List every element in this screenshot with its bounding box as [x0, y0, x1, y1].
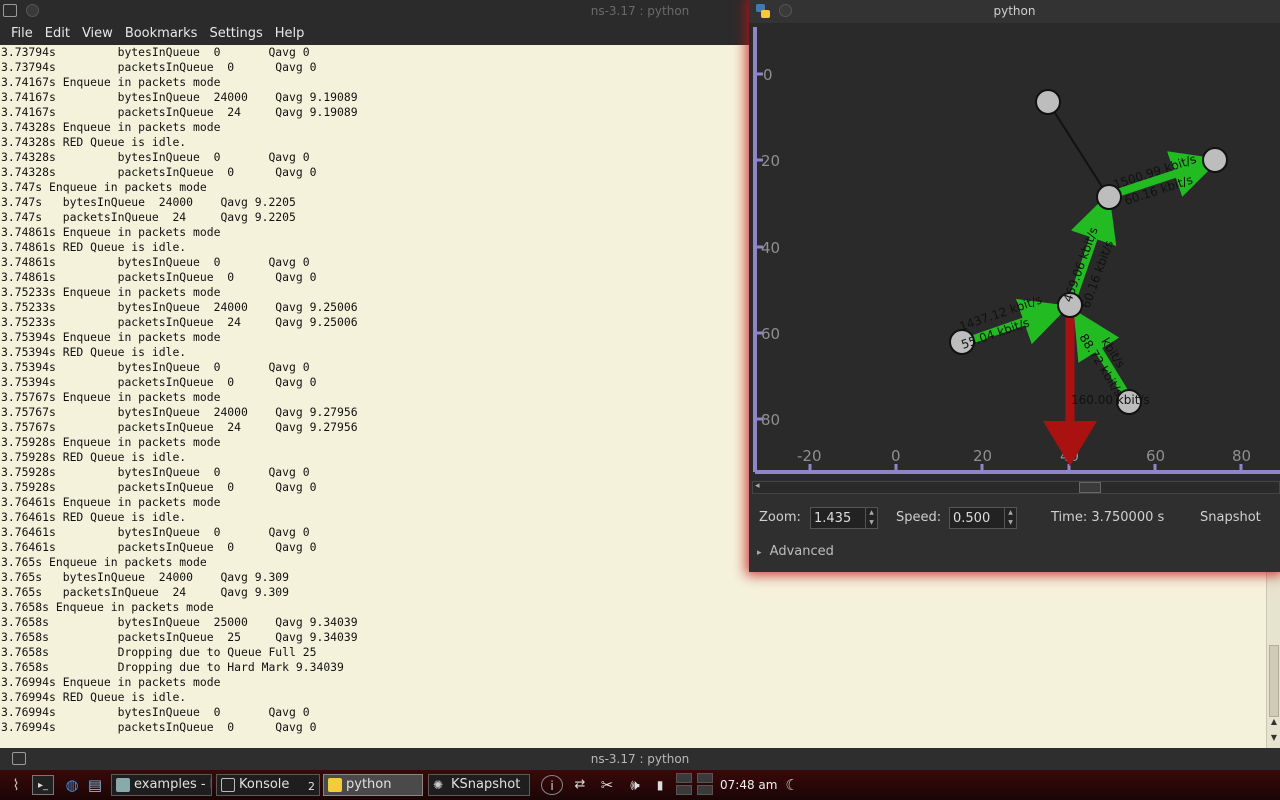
menu-help[interactable]: Help [269, 22, 311, 45]
terminal-line: 3.765s bytesInQueue 24000 Qavg 9.309 [1, 570, 290, 584]
y-tick-label: 80 [761, 411, 780, 429]
python-titlebar: python [749, 0, 1280, 23]
kde-menu-icon[interactable]: ⌇ [4, 775, 28, 795]
menu-view[interactable]: View [76, 22, 119, 45]
simulation-controls: Zoom: ▲▼ Speed: ▲▼ Time: 3.750000 s Snap… [749, 500, 1280, 536]
time-readout: Time: 3.750000 s [1051, 510, 1165, 525]
task-label: KSnapshot [451, 777, 521, 792]
speed-stepper-icon[interactable]: ▲ ▼ [1004, 508, 1016, 528]
konsole-icon [221, 778, 235, 792]
x-tick-label: 60 [1146, 447, 1165, 465]
terminal-line: 3.76994s Enqueue in packets mode [1, 675, 221, 689]
menu-bookmarks[interactable]: Bookmarks [119, 22, 204, 45]
speed-label: Speed: [896, 510, 942, 525]
snapshot-button[interactable]: Snapshot [1200, 510, 1261, 525]
terminal-line: 3.7658s Dropping due to Hard Mark 9.3403… [1, 660, 344, 674]
node[interactable] [1035, 89, 1061, 115]
info-icon[interactable]: i [541, 775, 563, 795]
y-tick-label: 0 [763, 66, 773, 84]
scrollbar-thumb[interactable] [1079, 482, 1101, 493]
topology-canvas[interactable]: 0 20 40 60 80 -20 0 20 40 60 80 1500.99 … [749, 23, 1280, 480]
zoom-spinbox[interactable]: ▲▼ [810, 507, 878, 529]
terminal-line: 3.765s packetsInQueue 24 Qavg 9.309 [1, 585, 290, 599]
task-label: examples - D [134, 777, 212, 792]
y-tick-label: 20 [761, 152, 780, 170]
menu-edit[interactable]: Edit [39, 22, 76, 45]
zoom-stepper-icon[interactable]: ▲ ▼ [865, 508, 877, 528]
clock[interactable]: 07:48 am [720, 778, 777, 792]
task-group-count: 2 [308, 780, 315, 793]
speed-spinbox[interactable]: ▲▼ [949, 507, 1017, 529]
terminal-launcher-icon[interactable]: ▸_ [32, 775, 54, 795]
menu-file[interactable]: File [5, 22, 39, 45]
scroll-left-arrow-icon[interactable]: ◂ [755, 481, 760, 491]
expander-arrow-icon: ▸ [757, 548, 762, 558]
moon-icon[interactable]: ☾ [782, 775, 802, 795]
node[interactable] [1202, 147, 1228, 173]
desktop-pager-3[interactable] [676, 785, 692, 795]
terminal-line: 3.7658s Dropping due to Queue Full 25 [1, 645, 317, 659]
konsole-tabbar: ns-3.17 : python [0, 748, 1280, 770]
link-line [1047, 101, 1109, 197]
advanced-expander[interactable]: ▸ Advanced [757, 544, 834, 559]
x-tick-label: 80 [1232, 447, 1251, 465]
terminal-line: 3.76994s bytesInQueue 0 Qavg 0 [1, 705, 310, 719]
task-konsole[interactable]: Konsole 2 [216, 774, 320, 796]
terminal-line: 3.7658s bytesInQueue 25000 Qavg 9.34039 [1, 615, 358, 629]
terminal-line: 3.7658s Enqueue in packets mode [1, 600, 214, 614]
x-tick-label: 0 [891, 447, 901, 465]
task-python[interactable]: python [323, 774, 423, 796]
terminal-line: 3.76994s packetsInQueue 0 Qavg 0 [1, 720, 317, 734]
canvas-horizontal-scrollbar[interactable]: ◂ [752, 481, 1280, 494]
task-label: python [346, 777, 392, 792]
network-icon[interactable]: ⇄ [569, 775, 591, 795]
x-tick-label: 20 [973, 447, 992, 465]
ksnapshot-icon: ✺ [433, 778, 444, 792]
scroll-down-arrow-icon[interactable]: ▼ [1269, 733, 1279, 743]
python-window-title: python [993, 4, 1036, 18]
folder-icon [116, 778, 130, 792]
task-examples[interactable]: examples - D [111, 774, 212, 796]
scrollbar-thumb[interactable] [1269, 645, 1279, 717]
desktop-pager-2[interactable] [697, 773, 713, 783]
browser-launcher-icon[interactable]: ◍ [61, 775, 83, 795]
topology-graph: 0 20 40 60 80 -20 0 20 40 60 80 1500.99 … [753, 27, 1280, 474]
desktop-pager-1[interactable] [676, 773, 692, 783]
x-tick-label: 40 [1060, 447, 1079, 465]
scroll-up-arrow-icon[interactable]: ▲ [1269, 717, 1279, 727]
speed-input[interactable] [950, 508, 1002, 528]
y-tick-label: 60 [761, 325, 780, 343]
python-visualizer-window: python 0 20 40 60 80 -20 0 20 40 60 80 1… [749, 0, 1280, 572]
y-tick-label: 40 [761, 239, 780, 257]
volume-icon[interactable]: 🕪 [623, 775, 647, 795]
terminal-line: 3.7658s packetsInQueue 25 Qavg 9.34039 [1, 630, 358, 644]
desktop-pager-4[interactable] [697, 785, 713, 795]
advanced-label: Advanced [769, 544, 834, 559]
battery-icon[interactable]: ▮ [654, 775, 666, 795]
konsole-tab-title[interactable]: ns-3.17 : python [0, 752, 1280, 766]
taskbar: ⌇ ▸_ ◍ ▤ examples - D Konsole 2 python ✺… [0, 770, 1280, 800]
scissors-icon[interactable]: ✂ [597, 775, 617, 795]
python-icon [328, 778, 342, 792]
menu-settings[interactable]: Settings [203, 22, 268, 45]
zoom-label: Zoom: [759, 510, 801, 525]
terminal-line: 3.76994s RED Queue is idle. [1, 690, 187, 704]
x-tick-label: -20 [797, 447, 822, 465]
zoom-input[interactable] [811, 508, 863, 528]
files-launcher-icon[interactable]: ▤ [86, 775, 104, 795]
task-label: Konsole [239, 777, 290, 792]
task-ksnapshot[interactable]: ✺ KSnapshot [428, 774, 530, 796]
drop-rate-label: 160.00 kbit/s [1071, 393, 1150, 407]
